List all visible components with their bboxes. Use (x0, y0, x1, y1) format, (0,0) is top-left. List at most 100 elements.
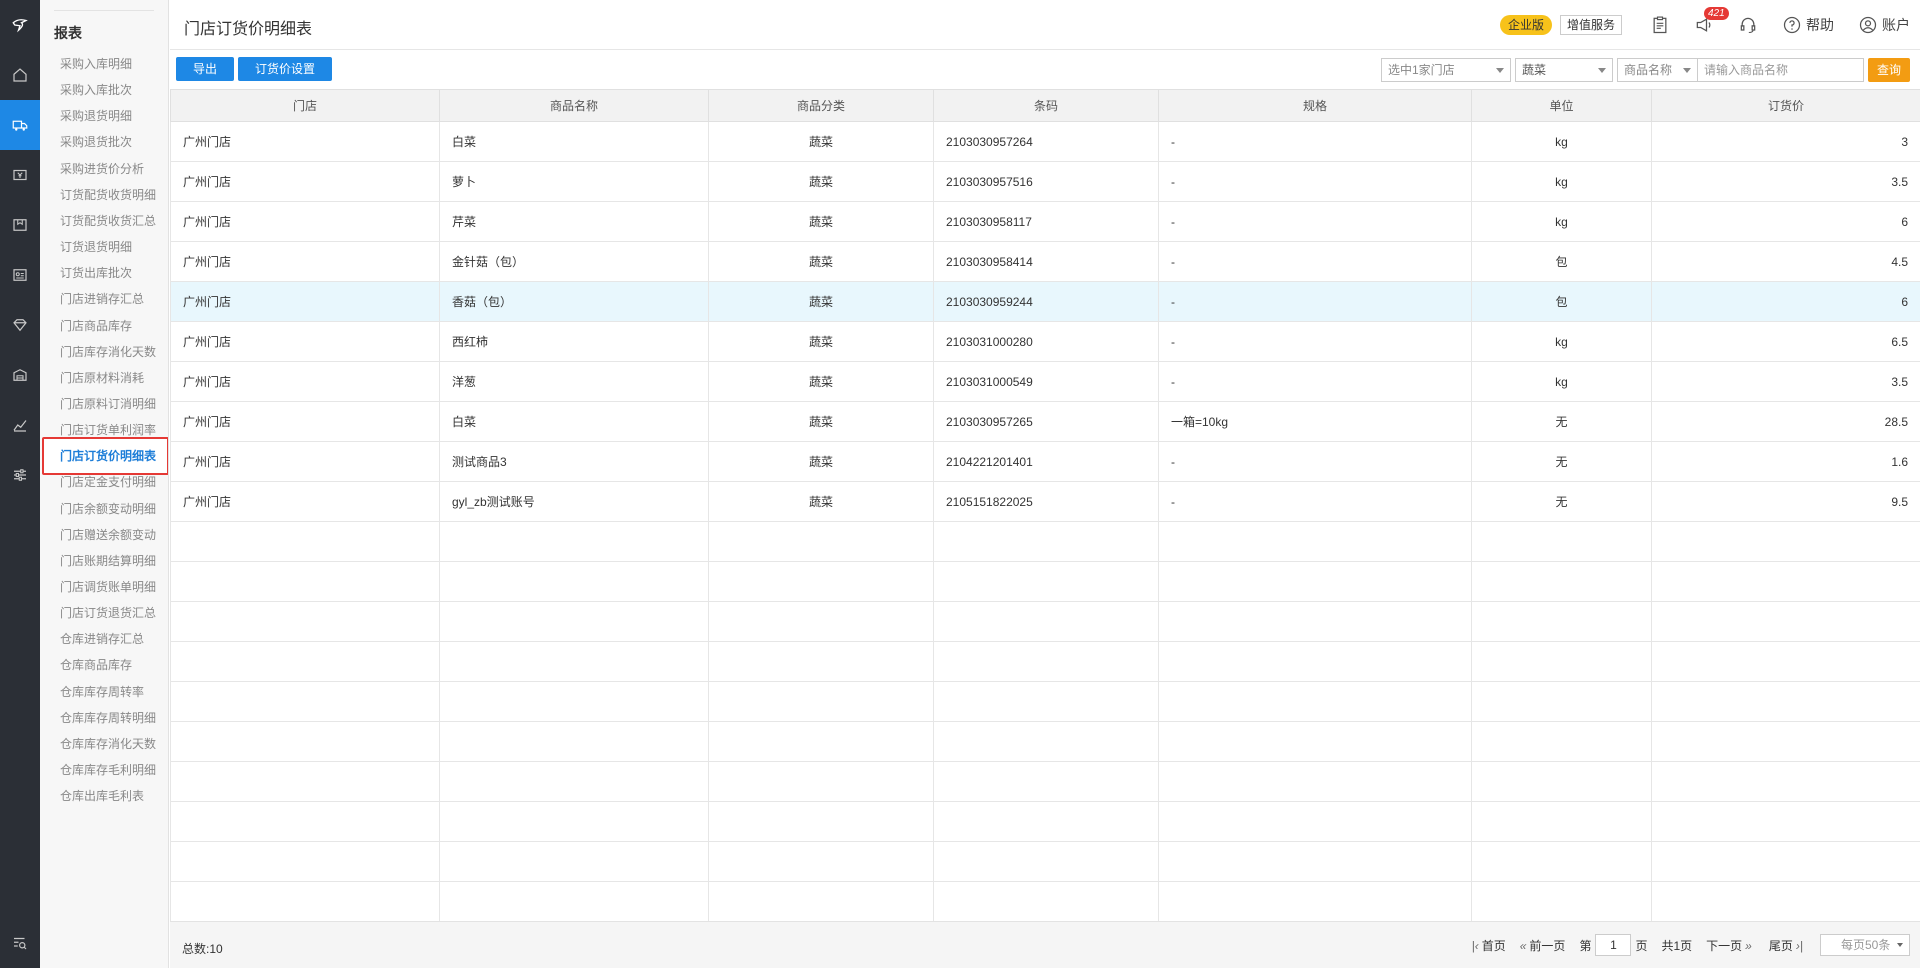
column-header[interactable]: 商品名称 (439, 89, 709, 122)
next-page-label: 下一页 (1706, 938, 1743, 953)
table-cell: 3 (1651, 121, 1920, 162)
announcement-icon[interactable]: 421 (1694, 7, 1729, 35)
account-button[interactable]: 账户 (1858, 15, 1910, 35)
id-card-icon[interactable] (0, 250, 40, 300)
edition-badge[interactable]: 企业版 (1499, 15, 1552, 35)
table-row[interactable]: 广州门店 白菜 蔬菜 2103030957265 一箱=10kg 无 28.5 (170, 401, 1920, 442)
submenu-item[interactable]: 仓库库存毛利明细 (40, 757, 168, 783)
submenu-item[interactable]: 门店原料订消明细 (40, 391, 168, 417)
submenu-item[interactable]: 门店赠送余额变动 (40, 522, 168, 548)
field-select[interactable]: 商品名称 (1617, 58, 1697, 82)
page-size-select[interactable]: 每页50条 (1820, 934, 1910, 956)
table-cell: 蔬菜 (708, 361, 934, 402)
empty-cell (1471, 681, 1652, 722)
submenu-item[interactable]: 订货出库批次 (40, 260, 168, 286)
warehouse-icon[interactable] (0, 350, 40, 400)
table-cell: kg (1471, 321, 1652, 362)
submenu-item[interactable]: 门店定金支付明细 (40, 469, 168, 495)
table-row[interactable]: 广州门店 金针菇（包） 蔬菜 2103030958414- 包 4.5 (170, 241, 1920, 282)
column-header[interactable]: 订货价 (1651, 89, 1920, 122)
empty-cell (1651, 521, 1920, 562)
sliders-icon[interactable] (0, 450, 40, 500)
store-select-value: 选中1家门店 (1388, 63, 1455, 77)
table-cell: kg (1471, 121, 1652, 162)
empty-cell (1471, 801, 1652, 842)
submenu-item[interactable]: 仓库商品库存 (40, 652, 168, 678)
submenu-item[interactable]: 门店账期结算明细 (40, 548, 168, 574)
report-submenu: 报表 采购入库明细 采购入库批次 采购退货明细 采购退货批次 采购进货价分析 订货配货收货… (40, 0, 169, 968)
search-list-icon[interactable] (0, 918, 40, 968)
submenu-item[interactable]: 仓库库存周转明细 (40, 705, 168, 731)
empty-cell (933, 761, 1159, 802)
empty-row (170, 641, 1920, 682)
empty-row (170, 761, 1920, 802)
next-page-button[interactable]: 下一页» (1706, 937, 1755, 954)
table-cell: 广州门店 (170, 441, 440, 482)
submenu-item[interactable]: 门店进销存汇总 (40, 286, 168, 312)
logo-icon[interactable] (0, 0, 40, 50)
submenu-item[interactable]: 采购入库明细 (40, 51, 168, 77)
table-row[interactable]: 广州门店 萝卜 蔬菜 2103030957516- kg 3.5 (170, 161, 1920, 202)
table-row[interactable]: 广州门店 gyl_zb测试账号 蔬菜 2105151822025- 无 9.5 (170, 481, 1920, 522)
box-icon[interactable] (0, 200, 40, 250)
diamond-icon[interactable] (0, 300, 40, 350)
submenu-item[interactable]: 订货配货收货明细 (40, 182, 168, 208)
column-header[interactable]: 规格 (1158, 89, 1472, 122)
home-icon[interactable] (0, 50, 40, 100)
column-header[interactable]: 条码 (933, 89, 1159, 122)
money-icon[interactable] (0, 150, 40, 200)
empty-cell (1651, 641, 1920, 682)
prev-page-button[interactable]: «前一页 (1520, 937, 1566, 954)
submenu-item[interactable]: 仓库库存消化天数 (40, 731, 168, 757)
submenu-item[interactable]: 采购入库批次 (40, 77, 168, 103)
page-prefix: 第 (1579, 938, 1592, 953)
table-cell: 4.5 (1651, 241, 1920, 282)
chart-icon[interactable] (0, 400, 40, 450)
column-header[interactable]: 商品分类 (708, 89, 934, 122)
submenu-item[interactable]: 仓库库存周转率 (40, 679, 168, 705)
page-size-value: 每页50条 (1841, 938, 1891, 952)
submenu-item[interactable]: 门店库存消化天数 (40, 339, 168, 365)
clipboard-icon[interactable] (1650, 15, 1670, 35)
page-header: 门店订货价明细表 企业版 增值服务 421 帮助 账户 (170, 0, 1920, 50)
last-page-button[interactable]: 尾页 ›| (1769, 937, 1806, 954)
submenu-item[interactable]: 仓库出库毛利表 (40, 783, 168, 809)
submenu-item[interactable]: 采购退货批次 (40, 129, 168, 155)
headset-icon[interactable] (1738, 15, 1758, 35)
help-button[interactable]: 帮助 (1782, 15, 1834, 35)
table-cell: 1.6 (1651, 441, 1920, 482)
table-cell: kg (1471, 161, 1652, 202)
table-row[interactable]: 广州门店 洋葱 蔬菜 2103031000549- kg 3.5 (170, 361, 1920, 402)
search-input[interactable]: 请输入商品名称 (1697, 58, 1864, 82)
column-header[interactable]: 门店 (170, 89, 440, 122)
page-number-input[interactable]: 1 (1595, 934, 1632, 956)
submenu-item[interactable]: 订货退货明细 (40, 234, 168, 260)
store-select[interactable]: 选中1家门店 (1381, 58, 1511, 82)
submenu-item[interactable]: 门店订货退货汇总 (40, 600, 168, 626)
export-button[interactable]: 导出 (176, 57, 234, 81)
value-service-button[interactable]: 增值服务 (1559, 15, 1622, 35)
submenu-item[interactable]: 门店余额变动明细 (40, 496, 168, 522)
table-row[interactable]: 广州门店 香菇（包） 蔬菜 2103030959244- 包 6 (170, 281, 1920, 322)
empty-cell (933, 881, 1159, 921)
truck-icon[interactable] (0, 100, 40, 150)
table-cell: 蔬菜 (708, 281, 934, 322)
table-row[interactable]: 广州门店 测试商品3 蔬菜 2104221201401- 无 1.6 (170, 441, 1920, 482)
submenu-item[interactable]: 采购进货价分析 (40, 156, 168, 182)
submenu-item[interactable]: 门店商品库存 (40, 313, 168, 339)
category-select[interactable]: 蔬菜 (1515, 58, 1613, 82)
empty-cell (170, 641, 440, 682)
table-row[interactable]: 广州门店 白菜 蔬菜 2103030957264- kg 3 (170, 121, 1920, 162)
submenu-item[interactable]: 仓库进销存汇总 (40, 626, 168, 652)
submenu-item[interactable]: 采购退货明细 (40, 103, 168, 129)
submenu-item[interactable]: 门店调货账单明细 (40, 574, 168, 600)
first-page-button[interactable]: |‹ 首页 (1472, 937, 1506, 954)
column-header[interactable]: 单位 (1471, 89, 1652, 122)
price-setting-button[interactable]: 订货价设置 (238, 57, 332, 81)
submenu-item[interactable]: 门店原材料消耗 (40, 365, 168, 391)
submenu-item[interactable]: 订货配货收货汇总 (40, 208, 168, 234)
table-row[interactable]: 广州门店 芹菜 蔬菜 2103030958117- kg 6 (170, 201, 1920, 242)
chevron-down-icon (1683, 68, 1691, 73)
query-button[interactable]: 查询 (1868, 58, 1910, 82)
table-row[interactable]: 广州门店 西红柿 蔬菜 2103031000280- kg 6.5 (170, 321, 1920, 362)
